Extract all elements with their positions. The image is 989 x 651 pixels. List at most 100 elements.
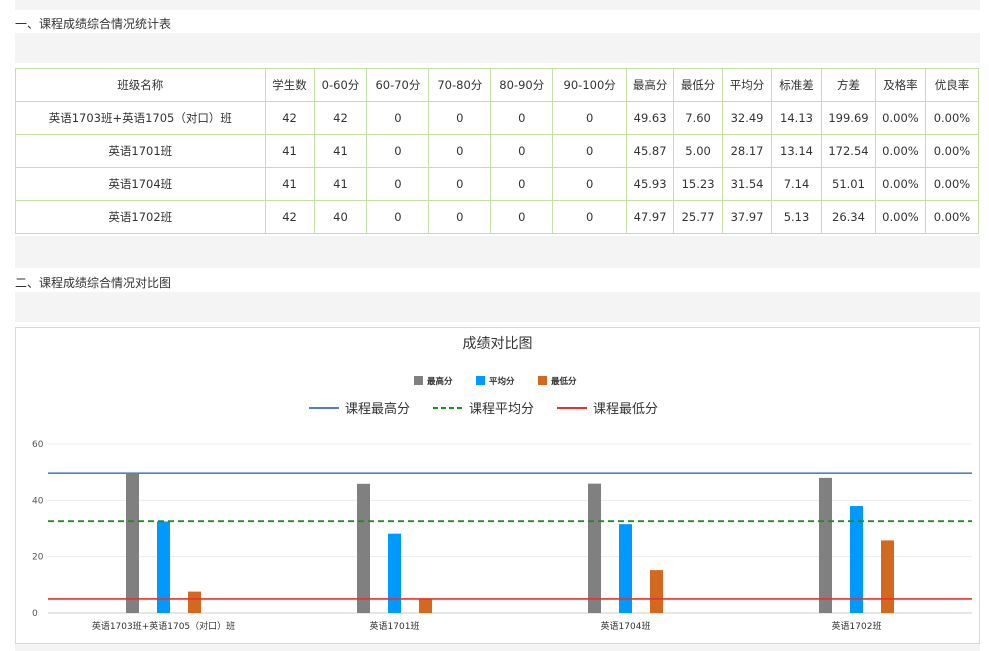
col-header: 0-60分 [313,68,368,102]
table-cell: 41 [313,167,368,201]
table-cell: 172.54 [820,134,876,168]
table-cell: 英语1704班 [15,167,266,201]
table-cell: 英语1701班 [15,134,266,168]
table-cell: 0 [366,200,430,234]
table-cell: 14.13 [771,101,822,135]
table-cell: 英语1702班 [15,200,266,234]
table-row: 英语1704班 41 41 0 0 0 0 45.93 15.23 31.54 … [15,167,980,201]
table-cell: 37.97 [722,200,773,234]
bar [126,473,139,613]
table-cell: 45.93 [626,167,675,201]
stats-table: 班级名称 学生数 0-60分 60-70分 70-80分 80-90分 90-1… [15,68,980,234]
table-cell: 15.23 [673,167,724,201]
bar [850,506,863,613]
table-cell: 32.49 [722,101,773,135]
table-cell: 40 [313,200,368,234]
table-cell: 28.17 [722,134,773,168]
table-row: 英语1702班 42 40 0 0 0 0 47.97 25.77 37.97 … [15,200,980,234]
legend-swatch [538,376,547,385]
table-cell: 51.01 [820,167,876,201]
bar [188,591,201,613]
legend-label: 最高分 [427,376,453,387]
table-cell: 26.34 [820,200,876,234]
header-band [15,0,980,10]
col-header: 方差 [820,68,876,102]
legend-swatch [414,376,423,385]
table-cell: 0 [428,101,492,135]
section-title-table: 一、课程成绩综合情况统计表 [15,17,172,31]
bar [357,483,370,613]
bar [650,570,663,613]
table-cell: 7.14 [771,167,822,201]
table-cell: 0 [366,101,430,135]
chart-title: 成绩对比图 [463,336,533,352]
legend-label: 最低分 [551,376,577,387]
table-cell: 47.97 [626,200,675,234]
table-cell: 英语1703班+英语1705（对口）班 [15,101,266,135]
bar [881,540,894,613]
col-header: 标准差 [771,68,822,102]
col-header: 最高分 [626,68,675,102]
score-comparison-chart: 成绩对比图最高分 平均分 最低分课程最高分 课程平均分 课程最低分 0 20 40 60 英语17… [32,336,972,632]
table-cell: 0 [552,200,628,234]
toolbar-band [15,33,980,63]
table-cell: 42 [264,200,315,234]
col-header: 90-100分 [552,68,628,102]
table-cell: 0 [552,101,628,135]
bar [419,598,432,613]
y-tick-label: 20 [32,553,44,563]
col-header: 及格率 [874,68,926,102]
bar [588,483,601,613]
table-header-row: 班级名称 学生数 0-60分 60-70分 70-80分 80-90分 90-1… [15,68,980,102]
table-cell: 49.63 [626,101,675,135]
col-header: 80-90分 [490,68,554,102]
table-cell: 25.77 [673,200,724,234]
legend-swatch [476,376,485,385]
table-cell: 31.54 [722,167,773,201]
table-cell: 0.00% [924,200,980,234]
x-tick-label: 英语1702班 [832,620,882,632]
chart-container: 成绩对比图最高分 平均分 最低分课程最高分 课程平均分 课程最低分 0 20 40 60 英语17… [15,327,980,644]
table-cell: 0.00% [874,101,926,135]
table-cell: 0.00% [874,167,926,201]
legend-line-label: 课程平均分 [469,402,534,417]
table-cell: 0 [552,167,628,201]
table-cell: 5.13 [771,200,822,234]
table-row: 英语1703班+英语1705（对口）班 42 42 0 0 0 0 49.63 … [15,101,980,135]
table-cell: 0 [366,167,430,201]
table-cell: 0.00% [874,200,926,234]
table-cell: 0 [490,134,554,168]
col-header: 学生数 [264,68,315,102]
x-tick-label: 英语1704班 [601,620,651,632]
legend-label: 平均分 [489,376,515,387]
table-cell: 0 [428,200,492,234]
table-cell: 199.69 [820,101,876,135]
table-cell: 42 [313,101,368,135]
col-header: 60-70分 [366,68,430,102]
table-cell: 41 [313,134,368,168]
table-cell: 5.00 [673,134,724,168]
table-cell: 45.87 [626,134,675,168]
legend-line-label: 课程最高分 [345,401,410,417]
y-tick-label: 60 [32,440,44,450]
col-header: 平均分 [722,68,773,102]
table-cell: 0 [490,101,554,135]
col-header: 优良率 [924,68,980,102]
legend-line-label: 课程最低分 [593,402,658,417]
footer-band [15,644,980,651]
y-tick-label: 0 [32,609,38,619]
chart-header-band [15,292,980,322]
table-cell: 0 [490,200,554,234]
table-cell: 0 [428,167,492,201]
x-tick-label: 英语1703班+英语1705（对口）班 [92,620,235,632]
y-tick-label: 40 [32,496,44,506]
table-cell: 41 [264,134,315,168]
table-cell: 0.00% [924,167,980,201]
table-cell: 0.00% [874,134,926,168]
table-cell: 42 [264,101,315,135]
table-cell: 0.00% [924,101,980,135]
table-cell: 0.00% [924,134,980,168]
bar [388,533,401,613]
bar [819,477,832,613]
table-cell: 7.60 [673,101,724,135]
